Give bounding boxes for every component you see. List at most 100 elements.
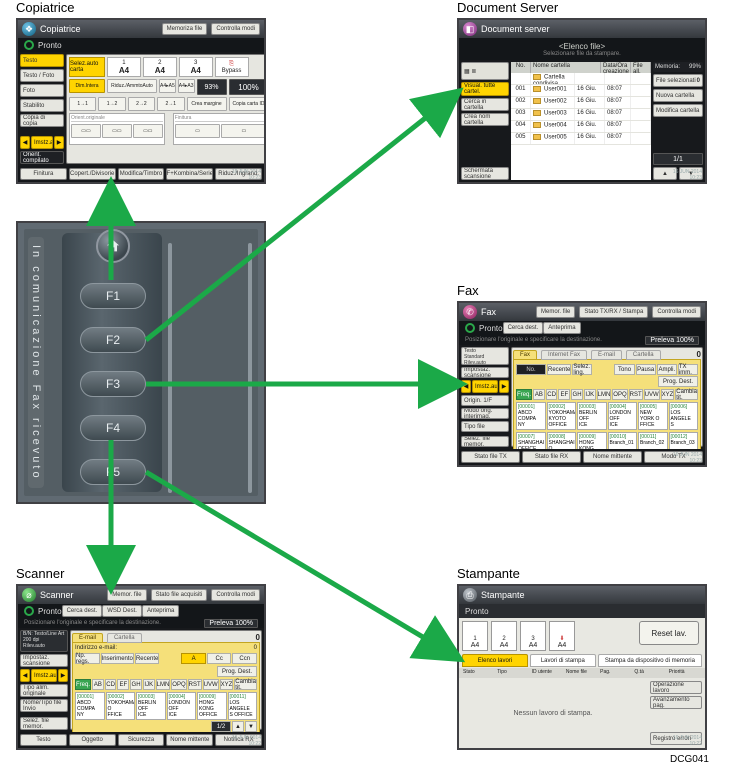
alpha-uvw[interactable]: UVW	[644, 389, 660, 400]
destination[interactable]: [00012]Branch_03	[669, 432, 699, 449]
tab-ifax[interactable]: Internet Fax	[541, 350, 587, 360]
bcc-btn[interactable]: Ccn	[232, 653, 257, 664]
scan-search-dest[interactable]: Cerca dest.	[62, 605, 103, 617]
recent-dest[interactable]: Recente	[547, 364, 571, 375]
fax-file-type[interactable]: Tipo file	[461, 421, 509, 432]
foot-finish[interactable]: Finitura	[20, 168, 67, 180]
destination[interactable]: [00002]YOKOHAMAKYOTO OFFICE	[547, 402, 577, 430]
destination[interactable]: [00004]LONDON OFFICE	[608, 402, 638, 430]
fin-1[interactable]: ▭	[175, 124, 220, 138]
fax-scan-settings[interactable]: Impostaz. scansione	[461, 367, 509, 378]
alpha-freq.[interactable]: Freq.	[516, 389, 532, 400]
view-all-folders[interactable]: Visual. tutte cartel.	[461, 82, 509, 96]
tab-folder[interactable]: Cartella	[626, 350, 661, 360]
fax-store-file[interactable]: Memor. file	[536, 306, 575, 318]
fax-nav-next[interactable]: ▶	[499, 380, 509, 393]
ptray-4[interactable]: ⬇A4	[549, 621, 575, 651]
nav-prev[interactable]: ◀	[20, 136, 30, 149]
table-row[interactable]: 005 User005 16 Giu.08:07	[511, 133, 651, 145]
onhook-btn[interactable]: Ampli.	[657, 364, 677, 375]
f2-key[interactable]: F2	[80, 327, 146, 353]
destination[interactable]: [00004]LONDON OFFICE	[167, 692, 197, 720]
fax-orig-1f[interactable]: Origin. 1/F	[461, 395, 509, 406]
foot-cover[interactable]: Copert./Divisorie	[69, 168, 116, 180]
scan-wsd[interactable]: WSD Dest.	[102, 605, 142, 617]
scan-sender[interactable]: Nome mittente	[166, 734, 213, 746]
orig-photo[interactable]: Foto	[20, 84, 64, 97]
scan-nav-next[interactable]: ▶	[58, 669, 68, 682]
tray-3[interactable]: 3A4	[179, 57, 213, 77]
immed-tx[interactable]: TX imm.	[678, 364, 698, 375]
edit-folder-button[interactable]: Modifica cartella	[653, 104, 703, 117]
scan-sel-stored[interactable]: Selez. file memor.	[20, 717, 68, 730]
tab-email[interactable]: E-mail	[591, 350, 622, 360]
alpha-opq[interactable]: OPQ	[612, 389, 627, 400]
fax-search-dest[interactable]: Cerca dest.	[503, 322, 544, 334]
alpha-ef[interactable]: EF	[558, 389, 570, 400]
table-row[interactable]: 001 User001 16 Giu.08:07	[511, 85, 651, 97]
alpha-ef[interactable]: EF	[117, 679, 129, 690]
auto-reduce-enlarge[interactable]: Riduz./AmmtoAuto	[107, 79, 157, 93]
scan-auto-settings[interactable]: Imstz.auto	[31, 669, 57, 682]
destination[interactable]: [00008]SHANGHAI OFFICE	[547, 432, 577, 449]
scan-store-file[interactable]: Memor. file	[107, 589, 146, 601]
dup-2to2[interactable]: 2→2	[128, 97, 155, 111]
destination[interactable]: [00001]ABCD COMPANY	[516, 402, 546, 430]
destination[interactable]: [00011]Branch_02	[638, 432, 668, 449]
alpha-xyz[interactable]: XYZ	[220, 679, 234, 690]
ptray-1[interactable]: 1A4	[462, 621, 488, 651]
alpha-gh[interactable]: GH	[571, 389, 583, 400]
manual-entry[interactable]: Inserimento	[101, 653, 134, 664]
fax-tx-status[interactable]: Stato file TX	[461, 451, 520, 463]
alpha-lmn[interactable]: LMN	[156, 679, 171, 690]
fax-mode[interactable]: Modo orig. interimag.	[461, 408, 509, 419]
full-size[interactable]: Dim.Intera	[69, 79, 105, 93]
create-folder-name[interactable]: Crea nom cartella	[461, 113, 509, 126]
tab-print-from-media[interactable]: Stampa da dispositivo di memoria	[598, 654, 702, 667]
ratio-preset-2[interactable]: A4▸A3	[178, 79, 195, 93]
tab-scan-folder[interactable]: Cartella	[107, 633, 142, 643]
orig-text[interactable]: Testo	[20, 54, 64, 67]
id-card-copy[interactable]: Copia carta ID	[229, 97, 265, 111]
alpha-cambia tit.[interactable]: Cambia tit.	[675, 389, 698, 400]
orient-1[interactable]: ▭▭	[71, 124, 101, 138]
alpha-cambia tit.[interactable]: Cambia tit.	[234, 679, 257, 690]
ptray-3[interactable]: 3A4	[520, 621, 546, 651]
alpha-opq[interactable]: OPQ	[171, 679, 186, 690]
fax-nav-prev[interactable]: ◀	[461, 380, 471, 393]
destination[interactable]: [00010]Branch_01	[608, 432, 638, 449]
alpha-ijk[interactable]: IJK	[143, 679, 155, 690]
orient-3[interactable]: ▭▭	[133, 124, 163, 138]
destination[interactable]: [00003]BERLIN OFFICE	[136, 692, 166, 720]
job-operation[interactable]: Operazione lavoro	[650, 681, 702, 694]
bypass-tray[interactable]: ⎘Bypass	[215, 57, 249, 77]
search-in-folder[interactable]: Cerca in cartella	[461, 98, 509, 111]
recent-scan[interactable]: Recente	[135, 653, 160, 664]
select-lang[interactable]: Selez. ling.	[572, 364, 592, 375]
alpha-gh[interactable]: GH	[130, 679, 142, 690]
orient-2[interactable]: ▭▭	[102, 124, 132, 138]
auto-settings[interactable]: Imstz.auto	[31, 136, 53, 149]
orig-preset[interactable]: Stabilito	[20, 99, 64, 112]
alpha-uvw[interactable]: UVW	[203, 679, 219, 690]
destination[interactable]: [00001]ABCD COMPANY	[75, 692, 105, 720]
page-advance[interactable]: Avanzamento pag.	[650, 696, 702, 709]
scan-prog-dest[interactable]: Prog. Dest.	[217, 666, 257, 677]
shared-folder-row[interactable]: Cartella condivisa	[511, 73, 651, 85]
alpha-lmn[interactable]: LMN	[597, 389, 612, 400]
fax-preview[interactable]: Anteprima	[543, 322, 580, 334]
alpha-rst[interactable]: RST	[629, 389, 643, 400]
tab-fax[interactable]: Fax	[513, 350, 537, 360]
alpha-cd[interactable]: CD	[105, 679, 117, 690]
auto-paper-select[interactable]: Selez.auto carta	[69, 57, 105, 77]
fax-check-modes[interactable]: Controlla modi	[652, 306, 701, 318]
scan-nav-prev[interactable]: ◀	[20, 669, 30, 682]
scan-check-modes[interactable]: Controlla modi	[211, 589, 260, 601]
nav-next[interactable]: ▶	[54, 136, 64, 149]
store-file-button[interactable]: Memoriza file	[162, 23, 208, 35]
dup-1to1[interactable]: 1→1	[69, 97, 96, 111]
fax-scan-summary[interactable]: TestoStandardRilev.auto	[461, 347, 509, 365]
view-mode[interactable]: ▦ ≣	[461, 62, 509, 80]
alpha-cd[interactable]: CD	[546, 389, 558, 400]
dup-2to1[interactable]: 2→1	[157, 97, 184, 111]
